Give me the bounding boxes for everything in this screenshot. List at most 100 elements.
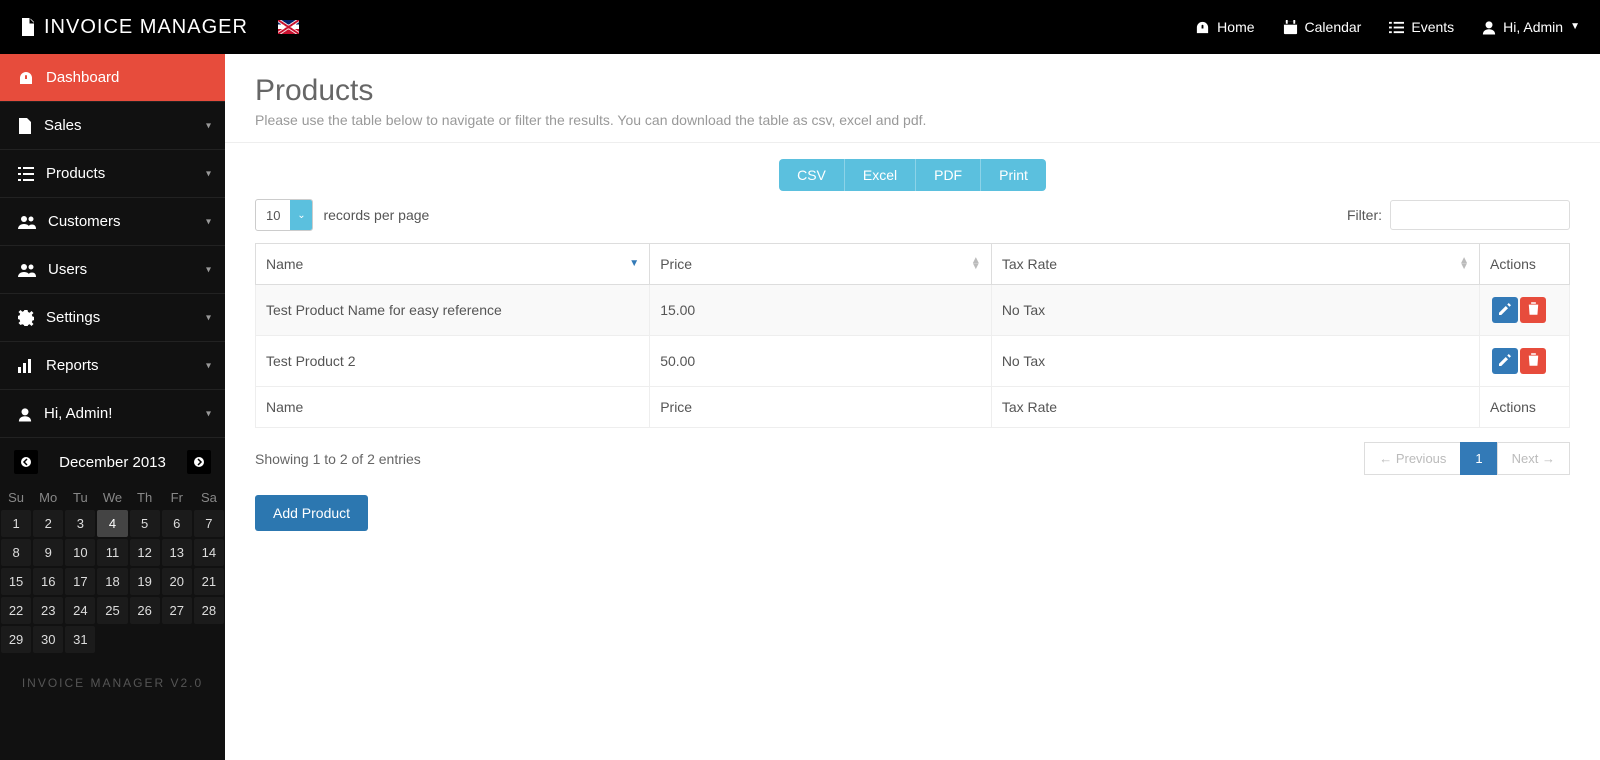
calendar-day[interactable]: 18 — [97, 568, 127, 595]
calendar-day[interactable]: 1 — [1, 510, 31, 537]
sidebar-item-users[interactable]: Users ▾ — [0, 246, 225, 294]
nav-events[interactable]: Events — [1389, 19, 1454, 36]
calendar-day[interactable]: 2 — [33, 510, 63, 537]
nav-user-menu[interactable]: Hi, Admin ▼ — [1482, 19, 1580, 36]
column-header-name[interactable]: Name ▼ — [256, 244, 650, 285]
sidebar-item-label: Hi, Admin! — [44, 405, 112, 422]
calendar-day[interactable]: 22 — [1, 597, 31, 624]
calendar-day[interactable]: 8 — [1, 539, 31, 566]
calendar-next-button[interactable] — [187, 450, 211, 474]
calendar-day[interactable]: 19 — [130, 568, 160, 595]
edit-button[interactable] — [1492, 348, 1518, 374]
calendar-day[interactable]: 12 — [130, 539, 160, 566]
nav-home[interactable]: Home — [1195, 19, 1254, 36]
filter-input[interactable] — [1390, 200, 1570, 230]
edit-button[interactable] — [1492, 297, 1518, 323]
sidebar-item-label: Sales — [44, 117, 82, 134]
sidebar-item-dashboard[interactable]: Dashboard — [0, 54, 225, 102]
table-controls: 10 ⌄ records per page Filter: — [255, 199, 1570, 231]
column-header-tax[interactable]: Tax Rate ▲▼ — [991, 244, 1479, 285]
gear-icon — [18, 309, 34, 326]
nav-calendar[interactable]: Calendar — [1283, 19, 1362, 36]
page-length-select[interactable]: 10 ⌄ — [255, 199, 313, 231]
calendar-day[interactable]: 9 — [33, 539, 63, 566]
calendar-day[interactable]: 3 — [65, 510, 95, 537]
export-excel-button[interactable]: Excel — [845, 159, 916, 191]
calendar-icon — [1283, 19, 1298, 36]
delete-button[interactable] — [1520, 297, 1546, 323]
calendar-day[interactable]: 26 — [130, 597, 160, 624]
page-next-button[interactable]: Next → — [1497, 442, 1570, 475]
calendar-day[interactable]: 6 — [162, 510, 192, 537]
page-number-button[interactable]: 1 — [1460, 442, 1497, 475]
calendar-day[interactable]: 20 — [162, 568, 192, 595]
calendar-day[interactable]: 16 — [33, 568, 63, 595]
calendar-day[interactable]: 4 — [97, 510, 127, 537]
column-header-actions: Actions — [1480, 244, 1570, 285]
sidebar-item-admin[interactable]: Hi, Admin! ▾ — [0, 390, 225, 438]
sidebar-item-sales[interactable]: Sales ▾ — [0, 102, 225, 150]
calendar-day[interactable]: 5 — [130, 510, 160, 537]
page-length-value: 10 — [256, 202, 290, 229]
delete-button[interactable] — [1520, 348, 1546, 374]
page-subtitle: Please use the table below to navigate o… — [255, 112, 1570, 128]
pagination: ← Previous 1 Next → — [1365, 442, 1570, 475]
calendar-day[interactable]: 13 — [162, 539, 192, 566]
calendar-day-header: Mo — [32, 486, 64, 509]
calendar-day[interactable]: 21 — [194, 568, 224, 595]
brand-text: INVOICE MANAGER — [44, 16, 248, 39]
calendar-day[interactable]: 14 — [194, 539, 224, 566]
file-icon — [20, 18, 36, 36]
calendar-day[interactable]: 30 — [33, 626, 63, 653]
calendar-day[interactable]: 15 — [1, 568, 31, 595]
table-info-row: Showing 1 to 2 of 2 entries ← Previous 1… — [255, 442, 1570, 475]
calendar-day[interactable]: 31 — [65, 626, 95, 653]
cell-tax: No Tax — [991, 285, 1479, 336]
add-product-button[interactable]: Add Product — [255, 495, 368, 531]
column-header-price[interactable]: Price ▲▼ — [650, 244, 992, 285]
cell-actions — [1480, 285, 1570, 336]
calendar-day[interactable]: 29 — [1, 626, 31, 653]
chevron-down-icon: ▾ — [206, 216, 211, 227]
table-row: Test Product 250.00No Tax — [256, 336, 1570, 387]
calendar-day — [162, 626, 192, 653]
trash-icon — [1528, 353, 1539, 369]
calendar-day[interactable]: 27 — [162, 597, 192, 624]
table-row: Test Product Name for easy reference15.0… — [256, 285, 1570, 336]
export-pdf-button[interactable]: PDF — [916, 159, 981, 191]
export-print-button[interactable]: Print — [981, 159, 1046, 191]
chevron-down-icon: ▾ — [206, 264, 211, 275]
header-label: Tax Rate — [1002, 256, 1057, 272]
calendar-day[interactable]: 25 — [97, 597, 127, 624]
sidebar-item-settings[interactable]: Settings ▾ — [0, 294, 225, 342]
sidebar-item-customers[interactable]: Customers ▾ — [0, 198, 225, 246]
calendar-day[interactable]: 23 — [33, 597, 63, 624]
calendar-day[interactable]: 17 — [65, 568, 95, 595]
nav-user-label: Hi, Admin — [1503, 19, 1563, 35]
calendar-day[interactable]: 11 — [97, 539, 127, 566]
export-csv-button[interactable]: CSV — [779, 159, 845, 191]
calendar-day[interactable]: 10 — [65, 539, 95, 566]
calendar-day[interactable]: 7 — [194, 510, 224, 537]
calendar-prev-button[interactable] — [14, 450, 38, 474]
sidebar-item-products[interactable]: Products ▾ — [0, 150, 225, 198]
language-flag[interactable] — [278, 20, 299, 34]
cell-tax: No Tax — [991, 336, 1479, 387]
cell-name: Test Product 2 — [256, 336, 650, 387]
sidebar-item-reports[interactable]: Reports ▾ — [0, 342, 225, 390]
edit-icon — [1499, 302, 1511, 318]
list-icon — [1389, 19, 1404, 36]
sort-icon: ▲▼ — [971, 258, 981, 270]
bar-chart-icon — [18, 357, 34, 374]
page-prev-button[interactable]: ← Previous — [1364, 442, 1461, 475]
sidebar-item-label: Products — [46, 165, 105, 182]
sidebar-item-label: Customers — [48, 213, 121, 230]
calendar-day[interactable]: 24 — [65, 597, 95, 624]
calendar-day[interactable]: 28 — [194, 597, 224, 624]
sidebar-item-label: Settings — [46, 309, 100, 326]
calendar-grid: SuMoTuWeThFrSa 1234567891011121314151617… — [0, 486, 225, 654]
sidebar-item-label: Reports — [46, 357, 99, 374]
header-label: Name — [266, 256, 303, 272]
brand[interactable]: INVOICE MANAGER — [20, 16, 248, 39]
calendar-day-header: Tu — [64, 486, 96, 509]
